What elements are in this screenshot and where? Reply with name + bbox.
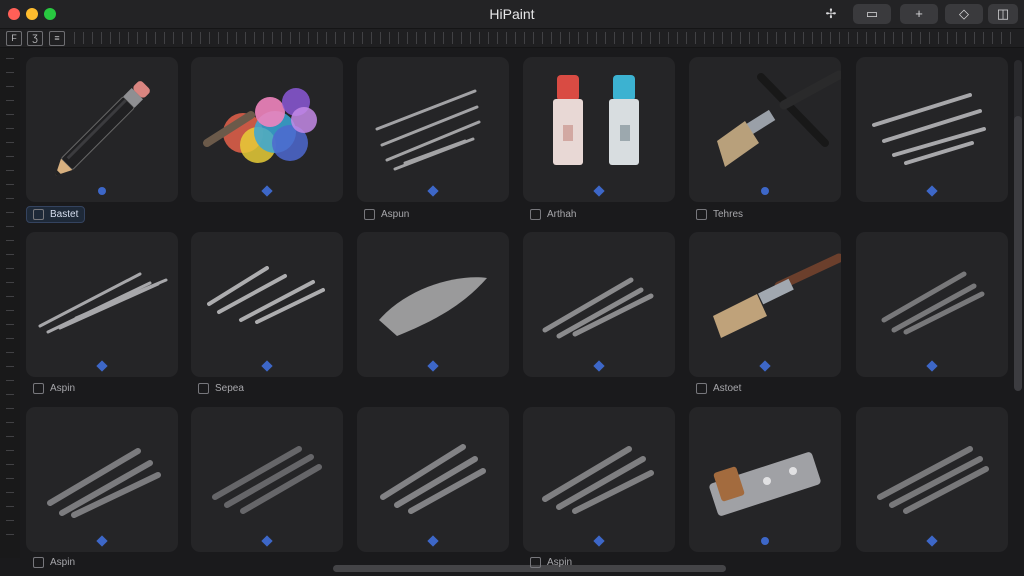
brush-tile-markers[interactable] — [523, 57, 675, 202]
vertical-scroll-thumb[interactable] — [1014, 116, 1022, 391]
search-icon — [530, 557, 541, 568]
dry-stroke-icon — [207, 266, 325, 324]
left-ruler — [0, 48, 20, 558]
spray-stroke-icon — [881, 271, 985, 335]
caption-label: Astoet — [713, 383, 742, 394]
brush-tile-pencil-strokes[interactable] — [26, 232, 178, 377]
grain-stroke-icon — [542, 277, 654, 339]
pencil-stroke-icon — [38, 272, 168, 334]
caption-aspin-bottom-center[interactable]: Aspin — [530, 557, 572, 568]
texture-stroke-icon — [542, 446, 654, 514]
top-ruler: F Ʒ ≡ — [0, 29, 1024, 48]
caption-label: Aspin — [547, 557, 573, 568]
brush-tile-texture-4[interactable] — [523, 407, 675, 552]
pencil-icon — [55, 81, 150, 176]
flat-brush-icon — [717, 70, 841, 167]
charcoal-stroke-icon — [375, 89, 481, 171]
caption-aspin[interactable]: Aspin — [33, 383, 75, 394]
folder-icon — [364, 209, 375, 220]
brush-tile-chalk[interactable] — [856, 57, 1008, 202]
brush-tile-soft-blend[interactable] — [357, 232, 509, 377]
texture-stroke-icon — [380, 444, 486, 514]
texture-stroke-icon — [47, 448, 161, 518]
caption-label: Aspin — [50, 557, 76, 568]
caption-sepea[interactable]: Sepea — [198, 383, 244, 394]
brush-tile-charcoal-1[interactable] — [357, 57, 509, 202]
comment-icon[interactable]: ▭ — [853, 4, 891, 24]
caption-arthah[interactable]: Arthah — [530, 209, 576, 220]
brush-tile-watercolor[interactable] — [191, 57, 343, 202]
caption-label: Aspun — [381, 209, 410, 220]
search-icon — [696, 383, 707, 394]
clip-icon — [709, 452, 821, 516]
chalk-stroke-icon — [872, 93, 986, 165]
search-icon — [696, 209, 707, 220]
plus-icon[interactable]: + — [900, 4, 938, 24]
caption-tehres[interactable]: Tehres — [696, 209, 743, 220]
watercolor-icon — [203, 88, 317, 163]
pin-icon[interactable]: ✢ — [818, 4, 844, 24]
left-ruler-ticks — [6, 58, 14, 538]
texture-stroke-icon — [212, 446, 322, 514]
caption-aspun[interactable]: Aspun — [364, 209, 409, 220]
brush-tile-flat-brush[interactable] — [689, 57, 841, 202]
title-bar: HiPaint ✢ ▭ + ◇ ◫ — [0, 0, 1024, 29]
caption-label: Arthah — [547, 209, 577, 220]
brush-tile-grain[interactable] — [523, 232, 675, 377]
layer-tool-icon[interactable]: ≡ — [49, 31, 65, 46]
texture-stroke-icon — [877, 446, 989, 514]
brush-tile-texture-3[interactable] — [357, 407, 509, 552]
soft-blend-icon — [379, 277, 487, 336]
ruler-tool-icon[interactable]: F — [6, 31, 22, 46]
ruler-ticks — [74, 32, 1016, 44]
brush-tile-texture-1[interactable] — [26, 407, 178, 552]
caption-label: Bastet — [50, 209, 79, 220]
brush-tile-pencil[interactable] — [26, 57, 178, 202]
brush-tile-spray[interactable] — [856, 232, 1008, 377]
brush-indicator — [761, 537, 769, 545]
selected-indicator — [98, 187, 106, 195]
bookmark-icon — [530, 209, 541, 220]
brush-tile-flat-brush-2[interactable] — [689, 232, 841, 377]
brush-tile-dry-strokes[interactable] — [191, 232, 343, 377]
chat-icon — [198, 383, 209, 394]
caption-aspin-bottom-left[interactable]: Aspin — [33, 557, 75, 568]
brush-indicator — [761, 187, 769, 195]
caption-bastet[interactable]: Bastet — [26, 206, 86, 223]
caption-label: Tehres — [713, 209, 744, 220]
shape-icon[interactable]: ◇ — [945, 4, 983, 24]
caption-astoet[interactable]: Astoet — [696, 383, 741, 394]
caption-label: Sepea — [215, 383, 244, 394]
brush-tile-texture-5[interactable] — [856, 407, 1008, 552]
caption-label: Aspin — [50, 383, 76, 394]
brush-tile-clip[interactable] — [689, 407, 841, 552]
text-tool-icon[interactable]: Ʒ — [27, 31, 43, 46]
folder-icon — [33, 557, 44, 568]
flat-brush-icon — [713, 253, 841, 338]
folder-icon — [33, 383, 44, 394]
marker-icon — [553, 75, 639, 165]
panel-icon[interactable]: ◫ — [988, 4, 1018, 24]
brush-tile-texture-2[interactable] — [191, 407, 343, 552]
brush-icon — [33, 209, 44, 220]
